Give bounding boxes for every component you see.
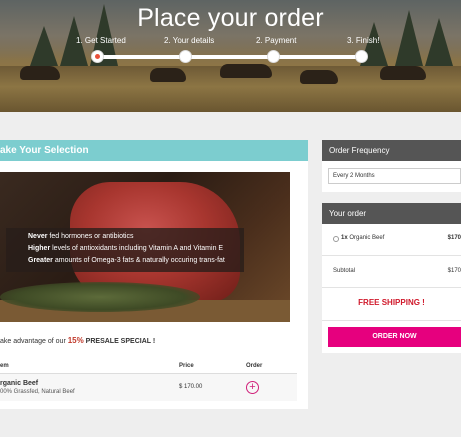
order-divider xyxy=(322,287,461,288)
subtotal-label: Subtotal xyxy=(333,268,356,274)
order-item-radio[interactable] xyxy=(333,236,339,242)
frequency-select[interactable]: Every 2 Months xyxy=(328,168,461,184)
step-label-your-details: 2. Your details xyxy=(164,36,215,45)
order-item-price: $170 xyxy=(447,235,461,241)
order-now-button[interactable]: ORDER NOW xyxy=(328,327,461,347)
step-dot-get-started[interactable] xyxy=(91,50,104,63)
page-title: Place your order xyxy=(137,4,324,32)
step-dot-payment[interactable] xyxy=(267,50,280,63)
subtotal-value: $170 xyxy=(447,268,461,274)
bison-decoration xyxy=(380,66,426,80)
beef-photo: Never fed hormones or antibiotics Higher… xyxy=(0,172,290,322)
product-name: rganic Beef xyxy=(0,380,39,387)
benefit-line-1: Never fed hormones or antibiotics xyxy=(28,233,134,240)
frequency-header: Order Frequency xyxy=(322,140,461,161)
benefit-line-3: Greater amounts of Omega-3 fats & natura… xyxy=(28,257,225,264)
table-header-order: Order xyxy=(246,363,263,369)
product-price: $ 170.00 xyxy=(179,384,203,390)
order-divider xyxy=(322,255,461,256)
selection-panel: ake Your Selection Never fed hormones or… xyxy=(0,140,308,409)
table-header-price: Price xyxy=(179,363,194,369)
order-header: Your order xyxy=(322,203,461,224)
rosemary-image xyxy=(0,282,200,312)
benefits-overlay: Never fed hormones or antibiotics Higher… xyxy=(6,228,244,272)
bison-decoration xyxy=(20,66,60,80)
add-to-order-button[interactable]: + xyxy=(246,381,259,394)
bison-decoration xyxy=(300,70,338,84)
step-label-get-started: 1. Get Started xyxy=(76,36,126,45)
selection-header: ake Your Selection xyxy=(0,140,308,161)
table-header-item: em xyxy=(0,363,9,369)
frequency-panel: Order Frequency Every 2 Months xyxy=(322,140,461,192)
hero-banner: Place your order 1. Get Started 2. Your … xyxy=(0,0,461,112)
bison-decoration xyxy=(220,64,272,78)
checkout-steps: 1. Get Started 2. Your details 2. Paymen… xyxy=(0,36,461,66)
order-divider xyxy=(322,320,461,321)
presale-text: ake advantage of our 15% PRESALE SPECIAL… xyxy=(0,336,156,345)
table-row: rganic Beef 00% Grassfed, Natural Beef $… xyxy=(0,374,297,401)
step-label-finish: 3. Finish! xyxy=(347,36,380,45)
free-shipping-label: FREE SHIPPING ! xyxy=(358,298,425,307)
presale-percent: 15% xyxy=(67,336,84,345)
benefit-line-2: Higher levels of antioxidants including … xyxy=(28,245,224,252)
progress-line xyxy=(97,55,362,59)
step-dot-your-details[interactable] xyxy=(179,50,192,63)
order-item: 1x Organic Beef xyxy=(341,235,385,241)
bison-decoration xyxy=(150,68,186,82)
step-dot-finish[interactable] xyxy=(355,50,368,63)
product-description: 00% Grassfed, Natural Beef xyxy=(0,389,75,395)
step-label-payment: 2. Payment xyxy=(256,36,297,45)
order-summary-panel: Your order 1x Organic Beef $170 Subtotal… xyxy=(322,203,461,353)
